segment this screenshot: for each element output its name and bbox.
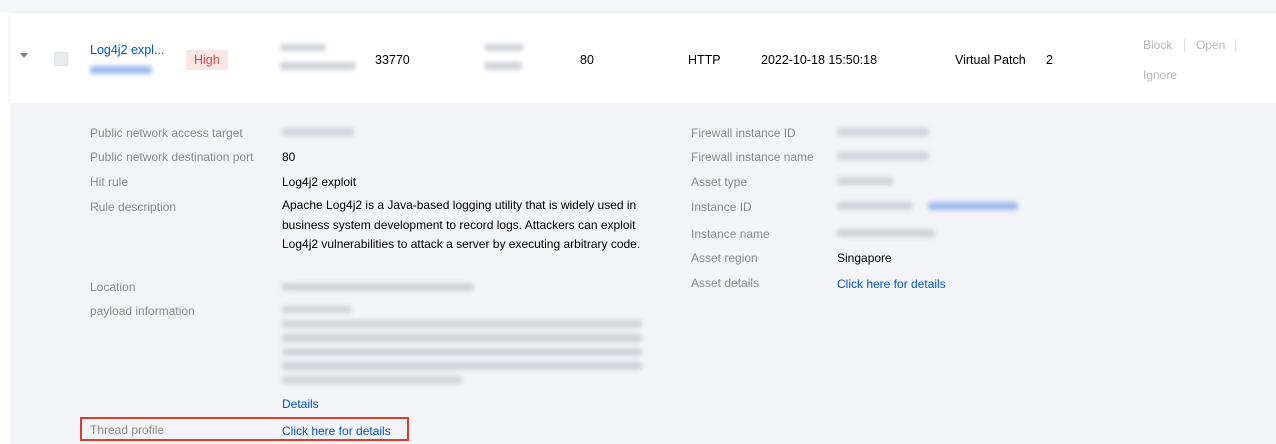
hit-count: 2 xyxy=(1046,53,1053,67)
payload-blurred xyxy=(282,334,642,342)
location-label: Location xyxy=(90,280,136,294)
open-button[interactable]: Open xyxy=(1196,38,1225,52)
rule-id-blurred xyxy=(90,66,152,74)
instance-name-label: Instance name xyxy=(691,227,770,241)
asset-details-link[interactable]: Click here for details xyxy=(837,277,946,291)
action-divider xyxy=(1235,39,1236,52)
instance-name-blurred xyxy=(837,229,935,237)
asset-details-label: Asset details xyxy=(691,276,760,290)
payload-blurred xyxy=(282,362,642,370)
destination-port: 80 xyxy=(580,53,594,67)
row-checkbox[interactable] xyxy=(54,52,68,66)
payload-blurred xyxy=(282,306,352,313)
rule-name-link[interactable]: Log4j2 expl... xyxy=(90,43,164,57)
rule-description-label: Rule description xyxy=(90,200,177,214)
asset-type-label: Asset type xyxy=(691,175,748,189)
protocol: HTTP xyxy=(688,53,721,67)
public-access-target-blurred xyxy=(282,128,354,136)
destination-location-blurred xyxy=(484,62,522,70)
firewall-instance-id-label: Firewall instance ID xyxy=(691,126,796,140)
public-access-target-label: Public network access target xyxy=(90,126,243,140)
payload-blurred xyxy=(282,376,462,384)
location-blurred xyxy=(282,283,474,291)
asset-region-label: Asset region xyxy=(691,251,758,265)
block-button[interactable]: Block xyxy=(1143,38,1172,52)
timestamp: 2022-10-18 15:50:18 xyxy=(761,53,878,67)
collapse-caret-icon[interactable] xyxy=(20,53,28,58)
hit-rule-value: Log4j2 exploit xyxy=(282,175,357,189)
payload-details-link[interactable]: Details xyxy=(282,397,319,411)
instance-id-label: Instance ID xyxy=(691,200,752,214)
source-port: 33770 xyxy=(375,53,410,67)
asset-type-blurred xyxy=(837,177,893,185)
asset-region-value: Singapore xyxy=(837,251,892,265)
payload-blurred xyxy=(282,348,642,356)
firewall-instance-id-blurred xyxy=(837,128,929,136)
instance-id-link-blurred[interactable] xyxy=(928,202,1018,210)
ignore-button[interactable]: Ignore xyxy=(1143,68,1177,82)
instance-id-blurred xyxy=(837,202,913,210)
payload-information-label: payload information xyxy=(90,304,195,318)
destination-ip-blurred xyxy=(484,44,524,51)
destination-port-value: 80 xyxy=(282,150,296,164)
firewall-instance-name-blurred xyxy=(837,152,929,160)
disposal-method: Virtual Patch xyxy=(955,53,1026,67)
payload-blurred xyxy=(282,320,642,328)
source-location-blurred xyxy=(280,62,356,70)
table-header-strip xyxy=(0,0,1276,12)
source-ip-blurred xyxy=(280,44,326,51)
risk-level-badge: High xyxy=(186,50,228,70)
rule-description-value: Apache Log4j2 is a Java-based logging ut… xyxy=(282,198,641,251)
hit-rule-label: Hit rule xyxy=(90,175,129,189)
action-divider xyxy=(1184,39,1185,52)
destination-port-label: Public network destination port xyxy=(90,150,254,164)
firewall-instance-name-label: Firewall instance name xyxy=(691,150,814,164)
thread-profile-highlight xyxy=(80,417,409,441)
